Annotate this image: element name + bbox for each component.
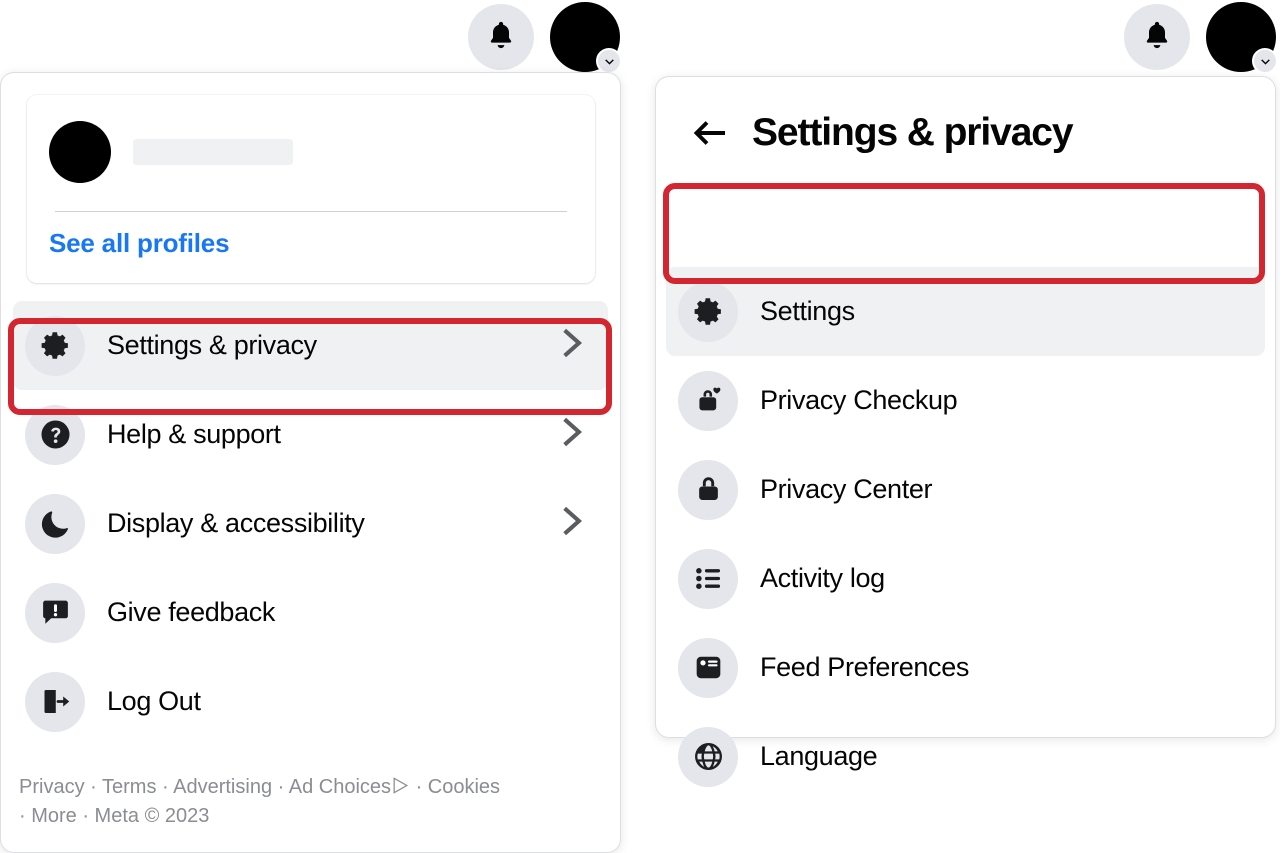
profile-name-placeholder — [133, 139, 293, 165]
footer-link-ad-choices[interactable]: Ad Choices — [289, 776, 391, 798]
menu-item-label: Log Out — [107, 686, 201, 716]
menu-item-label: Display & accessibility — [107, 508, 365, 538]
chevron-down-icon — [596, 48, 622, 74]
menu-item-label: Help & support — [107, 419, 281, 449]
account-menu-button-right[interactable] — [1206, 2, 1278, 74]
avatar — [49, 121, 111, 183]
bell-icon — [485, 19, 517, 56]
feedback-bubble-icon — [25, 582, 85, 643]
menu-item-display-and-accessibility[interactable]: Display & accessibility — [13, 479, 608, 568]
menu-item-language[interactable]: Language — [666, 712, 1265, 801]
chevron-right-icon — [558, 413, 584, 456]
footer-links: Privacy · Terms · Advertising · Ad Choic… — [19, 775, 501, 827]
moon-icon — [25, 493, 85, 554]
see-all-profiles-link[interactable]: See all profiles — [27, 212, 595, 259]
menu-item-log-out[interactable]: Log Out — [13, 657, 608, 746]
account-dropdown-panel: See all profiles Settings & privacy Help… — [0, 72, 621, 853]
menu-item-label: Feed Preferences — [760, 652, 970, 682]
menu-item-settings[interactable]: Settings — [666, 267, 1265, 356]
logout-door-icon — [25, 671, 85, 732]
footer-link-cookies[interactable]: Cookies — [428, 776, 500, 798]
profile-card[interactable]: See all profiles — [27, 95, 595, 283]
lock-heart-icon — [678, 370, 738, 431]
menu-item-activity-log[interactable]: Activity log — [666, 534, 1265, 623]
chevron-down-icon — [1252, 48, 1278, 74]
menu-item-label: Language — [760, 741, 878, 771]
footer-link-terms[interactable]: Terms — [102, 776, 156, 798]
globe-icon — [678, 726, 738, 787]
menu-item-help-and-support[interactable]: Help & support — [13, 390, 608, 479]
menu-item-feed-preferences[interactable]: Feed Preferences — [666, 623, 1265, 712]
arrow-left-icon[interactable] — [686, 109, 734, 157]
menu-item-give-feedback[interactable]: Give feedback — [13, 568, 608, 657]
menu-item-label: Privacy Center — [760, 474, 933, 504]
menu-item-label: Settings — [760, 296, 855, 326]
notifications-button[interactable] — [468, 4, 534, 70]
notifications-button-right[interactable] — [1124, 4, 1190, 70]
menu-item-settings-and-privacy[interactable]: Settings & privacy — [13, 301, 608, 390]
menu-item-label: Settings & privacy — [107, 330, 317, 360]
screenshot-stage: See all profiles Settings & privacy Help… — [0, 0, 1280, 853]
adchoices-icon — [391, 775, 410, 804]
chevron-right-icon — [558, 324, 584, 367]
menu-item-privacy-checkup[interactable]: Privacy Checkup — [666, 356, 1265, 445]
gear-icon — [25, 315, 85, 376]
menu-item-label: Give feedback — [107, 597, 276, 627]
header-actions-left — [468, 2, 622, 74]
header-actions-right — [1124, 2, 1278, 74]
menu-item-label: Privacy Checkup — [760, 385, 958, 415]
page-title: Settings & privacy — [752, 111, 1074, 154]
footer-link-advertising[interactable]: Advertising — [173, 776, 272, 798]
menu-item-label: Activity log — [760, 563, 885, 593]
footer-link-privacy[interactable]: Privacy — [19, 776, 85, 798]
menu-item-privacy-center[interactable]: Privacy Center — [666, 445, 1265, 534]
list-bullet-icon — [678, 548, 738, 609]
question-mark-circle-icon — [25, 404, 85, 465]
right-menu-list: Settings Privacy Checkup Privacy Center — [656, 267, 1275, 801]
left-menu-list: Settings & privacy Help & support Displa… — [1, 301, 620, 746]
feed-card-icon — [678, 637, 738, 698]
lock-icon — [678, 459, 738, 520]
footer-link-more-meta[interactable]: More · Meta © 2023 — [31, 805, 209, 827]
panel-header: Settings & privacy — [656, 77, 1275, 157]
chevron-right-icon — [558, 502, 584, 545]
settings-and-privacy-panel: Settings & privacy Settings Privacy Chec… — [655, 76, 1276, 787]
gear-icon — [678, 281, 738, 342]
bell-icon — [1141, 19, 1173, 56]
account-menu-button[interactable] — [550, 2, 622, 74]
profile-row[interactable] — [27, 95, 595, 183]
